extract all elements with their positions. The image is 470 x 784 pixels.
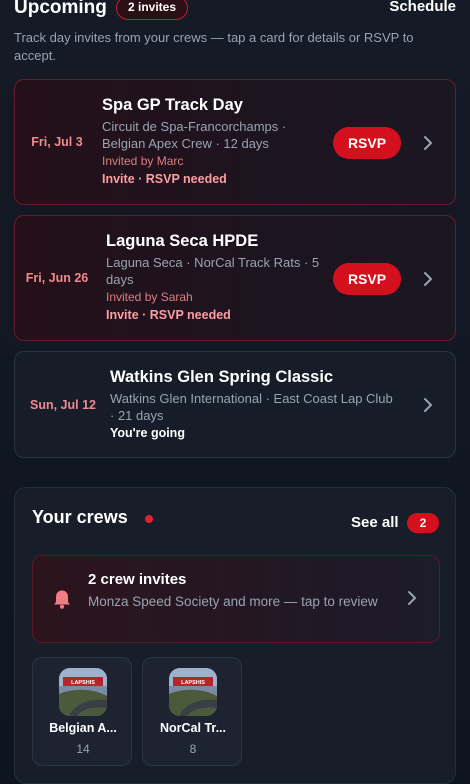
event-status: Invite · RSVP needed xyxy=(106,308,231,322)
event-card[interactable]: Fri, Jun 26 Laguna Seca HPDE Laguna Seca… xyxy=(14,215,456,341)
crew-name: NorCal Tr... xyxy=(160,721,226,735)
event-invited-by: Invited by Sarah xyxy=(106,290,193,304)
crew-avatar: LAPSHIS xyxy=(59,668,107,716)
event-status: You're going xyxy=(110,426,185,440)
event-date: Sun, Jul 12 xyxy=(30,398,96,412)
event-invited-by: Invited by Marc xyxy=(102,154,184,168)
crew-invites-subtitle: Monza Speed Society and more — tap to re… xyxy=(88,594,378,609)
notification-dot xyxy=(145,515,153,523)
crew-avatar: LAPSHIS xyxy=(169,668,217,716)
page-title: Upcoming xyxy=(14,0,107,18)
event-meta: Laguna Seca · NorCal Track Rats · 5 days xyxy=(106,255,320,287)
crew-tile[interactable]: LAPSHIS NorCal Tr... 8 xyxy=(142,657,242,766)
chevron-right-icon[interactable] xyxy=(405,589,419,607)
rsvp-button[interactable]: RSVP xyxy=(333,263,401,295)
crew-avatar-label: LAPSHIS xyxy=(181,680,205,686)
event-details: Watkins Glen Spring Classic Watkins Glen… xyxy=(110,366,400,442)
event-meta: Watkins Glen International · East Coast … xyxy=(110,391,393,423)
crew-member-count: 8 xyxy=(189,742,197,756)
see-all-link[interactable]: See all xyxy=(351,514,399,531)
event-card[interactable]: Sun, Jul 12 Watkins Glen Spring Classic … xyxy=(14,351,456,458)
crew-tile[interactable]: LAPSHIS Belgian A... 14 xyxy=(32,657,132,766)
crew-invites-card[interactable]: 2 crew invites Monza Speed Society and m… xyxy=(32,555,440,643)
see-all-count-badge[interactable]: 2 xyxy=(407,513,439,533)
page-subtitle: Track day invites from your crews — tap … xyxy=(14,30,414,63)
event-details: Laguna Seca HPDE Laguna Seca · NorCal Tr… xyxy=(106,230,326,324)
bell-icon xyxy=(54,590,70,609)
crews-title: Your crews xyxy=(32,507,128,527)
chevron-right-icon[interactable] xyxy=(421,396,435,414)
crew-name: Belgian A... xyxy=(49,721,117,735)
event-card[interactable]: Fri, Jul 3 Spa GP Track Day Circuit de S… xyxy=(14,79,456,205)
event-title: Laguna Seca HPDE xyxy=(106,232,259,250)
crew-member-count: 14 xyxy=(76,742,90,756)
header: Upcoming 2 invites Schedule xyxy=(0,0,470,26)
crew-avatar-label: LAPSHIS xyxy=(71,680,95,686)
event-title: Spa GP Track Day xyxy=(102,96,243,114)
rsvp-button[interactable]: RSVP xyxy=(333,127,401,159)
crews-section: Your crews See all 2 2 crew invites Monz… xyxy=(14,487,456,784)
invites-count-badge[interactable]: 2 invites xyxy=(116,0,189,20)
crew-invites-title: 2 crew invites xyxy=(88,571,187,588)
chevron-right-icon[interactable] xyxy=(421,270,435,288)
chevron-right-icon[interactable] xyxy=(421,134,435,152)
schedule-link[interactable]: Schedule xyxy=(389,0,456,15)
event-meta: Circuit de Spa-Francorchamps · Belgian A… xyxy=(102,119,287,151)
event-status: Invite · RSVP needed xyxy=(102,172,227,186)
event-date: Fri, Jun 26 xyxy=(25,271,89,285)
event-title: Watkins Glen Spring Classic xyxy=(110,368,334,386)
event-date: Fri, Jul 3 xyxy=(31,135,83,149)
event-details: Spa GP Track Day Circuit de Spa-Francorc… xyxy=(102,94,327,188)
